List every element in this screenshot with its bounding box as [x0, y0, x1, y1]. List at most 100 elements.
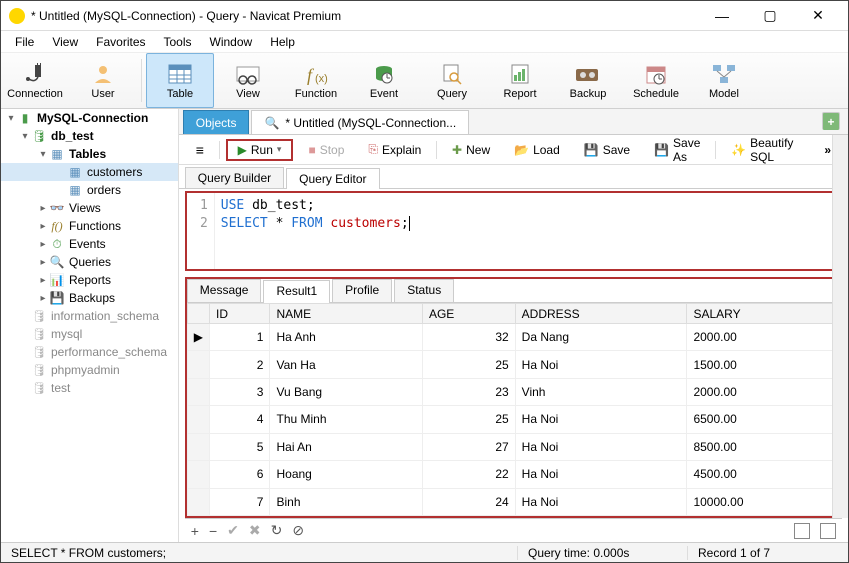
- minimize-button[interactable]: —: [700, 2, 744, 30]
- explain-button[interactable]: ⎘Explain: [359, 139, 430, 160]
- model-icon: [710, 62, 738, 86]
- database-icon: 🛢: [31, 345, 47, 359]
- tree-events[interactable]: ▸⏱Events: [1, 235, 178, 253]
- stop-button[interactable]: ■Stop: [299, 140, 353, 160]
- subtab-editor[interactable]: Query Editor: [286, 168, 379, 189]
- menu-toggle-button[interactable]: ≡: [187, 139, 213, 161]
- rtab-profile[interactable]: Profile: [332, 279, 392, 302]
- sql-editor[interactable]: 12 USE db_test; SELECT * FROM customers;: [185, 191, 842, 271]
- tool-report-label: Report: [503, 88, 536, 100]
- col-salary[interactable]: SALARY: [687, 304, 840, 324]
- commit-button[interactable]: ✔: [227, 522, 239, 539]
- col-address[interactable]: ADDRESS: [515, 304, 687, 324]
- grid-view-button[interactable]: [794, 523, 810, 539]
- editor-code[interactable]: USE db_test; SELECT * FROM customers;: [215, 193, 840, 269]
- tree-connection[interactable]: ▾▮MySQL-Connection: [1, 109, 178, 127]
- col-name[interactable]: NAME: [270, 304, 422, 324]
- status-record: Record 1 of 7: [688, 546, 848, 560]
- tree-backups[interactable]: ▸💾Backups: [1, 289, 178, 307]
- tree-table-customers[interactable]: ▦customers: [1, 163, 178, 181]
- tool-schedule-label: Schedule: [633, 88, 679, 100]
- tool-function[interactable]: f(x) Function: [282, 53, 350, 108]
- query-tab-icon: 🔍: [264, 116, 279, 130]
- tool-table[interactable]: Table: [146, 53, 214, 108]
- tool-event[interactable]: Event: [350, 53, 418, 108]
- main-pane: Objects 🔍* Untitled (MySQL-Connection...…: [179, 109, 848, 542]
- backups-icon: 💾: [49, 291, 65, 305]
- tool-event-label: Event: [370, 88, 398, 100]
- table-row[interactable]: 4Thu Minh25Ha Noi6500.00: [187, 406, 839, 433]
- database-icon: 🛢: [31, 309, 47, 323]
- maximize-button[interactable]: ▢: [748, 2, 792, 30]
- menu-tools[interactable]: Tools: [156, 33, 200, 51]
- sidebar-tree[interactable]: ▾▮MySQL-Connection ▾🛢db_test ▾▦Tables ▦c…: [1, 109, 179, 542]
- vertical-scrollbar[interactable]: [832, 135, 848, 518]
- svg-text:(x): (x): [315, 73, 328, 85]
- add-tab-button[interactable]: +: [822, 112, 840, 130]
- tool-view[interactable]: View: [214, 53, 282, 108]
- add-row-button[interactable]: +: [191, 523, 199, 539]
- tree-reports[interactable]: ▸📊Reports: [1, 271, 178, 289]
- table-row[interactable]: ▶1Ha Anh32Da Nang2000.00: [187, 324, 839, 351]
- tree-table-orders[interactable]: ▦orders: [1, 181, 178, 199]
- col-id[interactable]: ID: [210, 304, 270, 324]
- tool-connection-label: Connection: [7, 88, 63, 100]
- navicat-icon: [9, 8, 25, 24]
- tool-model[interactable]: Model: [690, 53, 758, 108]
- tree-db[interactable]: ▾🛢db_test: [1, 127, 178, 145]
- tree-db-info-schema[interactable]: 🛢information_schema: [1, 307, 178, 325]
- tab-objects[interactable]: Objects: [183, 110, 250, 134]
- tool-report[interactable]: Report: [486, 53, 554, 108]
- menu-window[interactable]: Window: [202, 33, 261, 51]
- tree-db-mysql[interactable]: 🛢mysql: [1, 325, 178, 343]
- tree-db-phpmyadmin[interactable]: 🛢phpmyadmin: [1, 361, 178, 379]
- rtab-status[interactable]: Status: [394, 279, 454, 302]
- run-button[interactable]: ▶Run▾: [226, 139, 294, 161]
- table-row[interactable]: 6Hoang22Ha Noi4500.00: [187, 461, 839, 488]
- tree-db-perf-schema[interactable]: 🛢performance_schema: [1, 343, 178, 361]
- table-row[interactable]: 7Binh24Ha Noi10000.00: [187, 488, 839, 515]
- tool-backup[interactable]: Backup: [554, 53, 622, 108]
- table-group-icon: ▦: [49, 147, 65, 161]
- rtab-message[interactable]: Message: [187, 279, 262, 302]
- table-row[interactable]: 5Hai An27Ha Noi8500.00: [187, 433, 839, 460]
- table-row[interactable]: 2Van Ha25Ha Noi1500.00: [187, 351, 839, 378]
- menu-help[interactable]: Help: [262, 33, 303, 51]
- editor-subtabs: Query Builder Query Editor: [179, 165, 848, 189]
- refresh-button[interactable]: ↻: [271, 522, 283, 539]
- cancel-button[interactable]: ✖: [249, 522, 261, 539]
- tree-tables[interactable]: ▾▦Tables: [1, 145, 178, 163]
- form-view-button[interactable]: [820, 523, 836, 539]
- col-age[interactable]: AGE: [422, 304, 515, 324]
- menu-view[interactable]: View: [44, 33, 86, 51]
- tree-functions[interactable]: ▸f()Functions: [1, 217, 178, 235]
- views-icon: 👓: [49, 201, 65, 215]
- close-button[interactable]: ✕: [796, 2, 840, 30]
- tab-query[interactable]: 🔍* Untitled (MySQL-Connection...: [251, 110, 469, 134]
- report-icon: [506, 62, 534, 86]
- rtab-result1[interactable]: Result1: [263, 280, 330, 303]
- stop-fetch-button[interactable]: ⊘: [292, 522, 304, 539]
- new-button[interactable]: ✚New: [443, 140, 499, 160]
- delete-row-button[interactable]: −: [209, 523, 217, 539]
- saveas-button[interactable]: 💾Save As: [645, 133, 709, 167]
- save-button[interactable]: 💾Save: [575, 140, 639, 160]
- menu-file[interactable]: File: [7, 33, 42, 51]
- tool-connection[interactable]: Connection: [1, 53, 69, 108]
- events-icon: ⏱: [49, 237, 65, 252]
- play-icon: ▶: [238, 143, 247, 157]
- menu-favorites[interactable]: Favorites: [88, 33, 153, 51]
- table-row[interactable]: 3Vu Bang23Vinh2000.00: [187, 378, 839, 405]
- table-icon: [166, 62, 194, 86]
- tool-user[interactable]: User: [69, 53, 137, 108]
- beautify-button[interactable]: ✨Beautify SQL: [722, 133, 803, 167]
- load-button[interactable]: 📂Load: [505, 140, 569, 160]
- tree-db-test[interactable]: 🛢test: [1, 379, 178, 397]
- tree-queries[interactable]: ▸🔍Queries: [1, 253, 178, 271]
- tool-query[interactable]: Query: [418, 53, 486, 108]
- subtab-builder[interactable]: Query Builder: [185, 167, 284, 188]
- tool-schedule[interactable]: Schedule: [622, 53, 690, 108]
- result-table[interactable]: IDNAMEAGEADDRESSSALARY ▶1Ha Anh32Da Nang…: [187, 303, 840, 516]
- tree-views[interactable]: ▸👓Views: [1, 199, 178, 217]
- functions-icon: f(): [49, 219, 65, 234]
